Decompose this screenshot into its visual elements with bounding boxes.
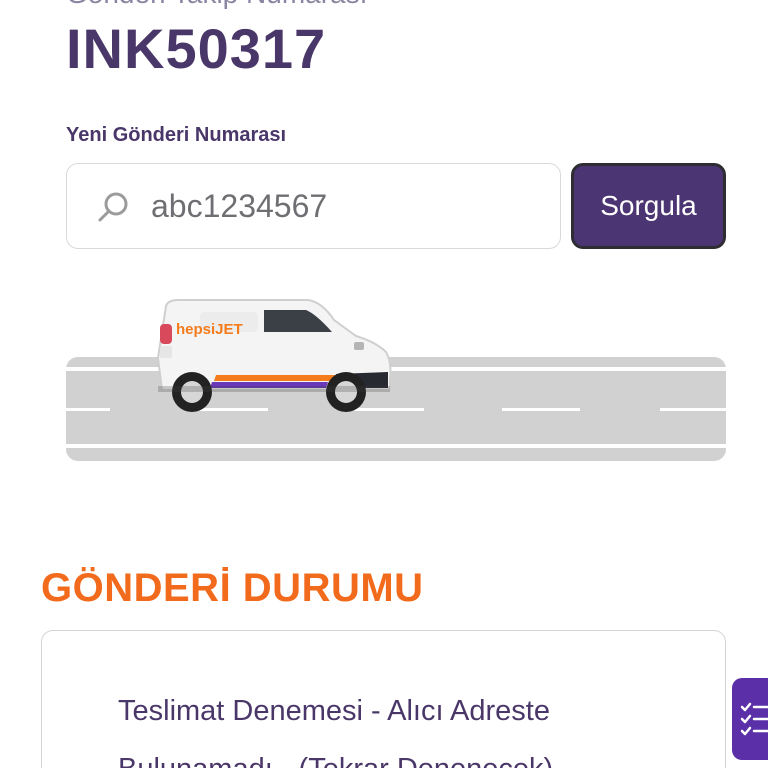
checklist-icon xyxy=(740,702,768,736)
delivery-van-illustration: hepsiJET xyxy=(66,299,726,461)
query-button[interactable]: Sorgula xyxy=(571,163,726,249)
tracking-number-title: INK50317 xyxy=(66,17,327,80)
search-box[interactable] xyxy=(66,163,561,249)
new-shipment-label: Yeni Gönderi Numarası xyxy=(66,124,287,146)
shipment-number-input[interactable] xyxy=(151,164,541,248)
checklist-widget-button[interactable] xyxy=(732,678,768,760)
status-line-1: Teslimat Denemesi - Alıcı Adreste xyxy=(118,695,550,727)
tracking-number-label: Gönderi Takip Numarası xyxy=(66,0,367,10)
status-line-2: Bulunamadı - (Tekrar Denenecek) xyxy=(118,753,553,768)
search-icon xyxy=(98,192,128,222)
van-brand-text: hepsiJET xyxy=(176,321,243,338)
shipment-status-title: GÖNDERİ DURUMU xyxy=(41,566,424,610)
status-card: Teslimat Denemesi - Alıcı Adreste Buluna… xyxy=(41,630,726,768)
